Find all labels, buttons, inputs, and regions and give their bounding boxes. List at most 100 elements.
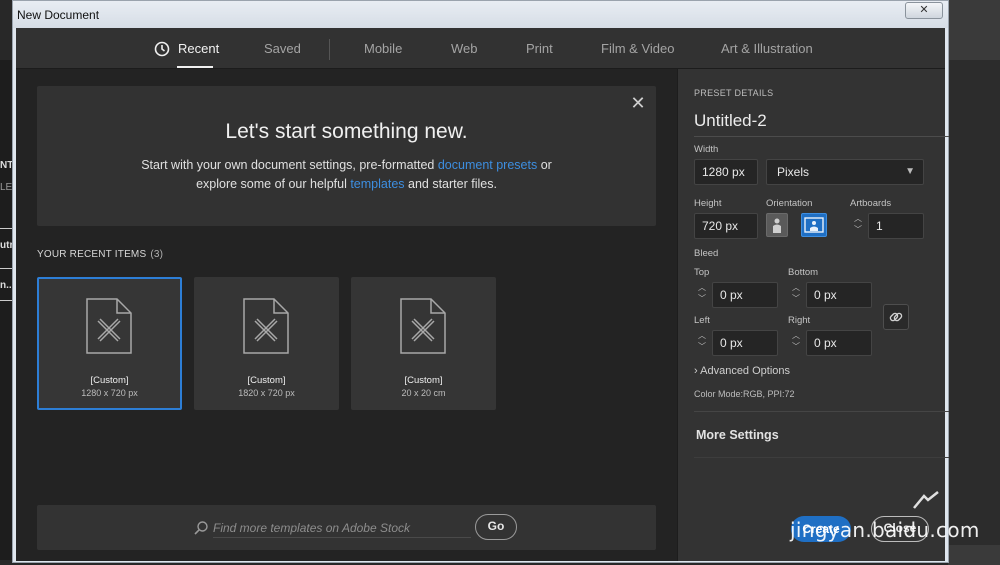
close-icon: ✕ [919,4,929,16]
artboards-input[interactable]: 1 [868,213,924,239]
background-right-panel [948,0,1000,565]
chevron-down-icon: ﹀ [854,225,862,234]
window-titlebar[interactable]: New Document ✕ [13,1,948,28]
orientation-landscape-button[interactable] [801,213,827,237]
document-name-field[interactable]: Untitled-2 [694,111,949,137]
background-right-dark [948,60,1000,545]
chevron-down-icon: ▼ [905,166,915,177]
recent-item-size: 1280 x 720 px [81,388,138,398]
orientation-label: Orientation [766,198,813,209]
background-text-fragment: n.. [0,280,12,291]
preset-details-heading: PRESET DETAILS [694,88,774,98]
close-icon[interactable]: ✕ [629,94,647,112]
orientation-portrait-button[interactable] [766,213,788,237]
more-settings-link[interactable]: More Settings [696,428,779,442]
divider [694,457,949,458]
document-edit-icon [400,298,446,354]
recent-item-name: [Custom] [404,375,443,386]
search-icon [194,521,208,535]
window-title: New Document [17,8,100,22]
new-document-window: New Document ✕ Recent Saved Mobile Web P… [12,0,949,563]
chevron-down-icon: ﹀ [698,342,706,351]
recent-item-size: 1820 x 720 px [238,388,295,398]
tab-print[interactable]: Print [526,41,553,56]
recent-items-title: YOUR RECENT ITEMS [37,249,147,260]
bleed-right-stepper[interactable]: ︿ ﹀ [788,330,804,356]
bleed-bottom-label: Bottom [788,267,819,278]
portrait-icon [773,218,781,233]
welcome-text: Start with your own document settings, p… [141,158,438,172]
tab-web[interactable]: Web [451,41,478,56]
document-presets-link[interactable]: document presets [438,158,537,172]
chevron-up-icon: ︿ [698,331,706,340]
bleed-left-stepper[interactable]: ︿ ﹀ [694,330,710,356]
divider [0,268,12,269]
templates-link[interactable]: templates [350,177,404,191]
advanced-options-toggle[interactable]: › Advanced Options [694,365,790,377]
window-close-button[interactable]: ✕ [905,2,943,19]
recent-items-heading: YOUR RECENT ITEMS (3) [37,249,163,260]
tab-bar: Recent Saved Mobile Web Print Film & Vid… [16,28,945,69]
bleed-top-input[interactable]: 0 px [712,282,778,308]
artboards-label: Artboards [850,198,892,209]
bleed-left-input[interactable]: 0 px [712,330,778,356]
recent-item-size: 20 x 20 cm [401,388,446,398]
dialog-body: Recent Saved Mobile Web Print Film & Vid… [16,28,949,561]
height-label: Height [694,198,722,209]
bleed-right-label: Right [788,315,811,326]
landscape-icon [804,217,824,233]
stock-search-input[interactable] [213,518,471,538]
divider [0,300,12,301]
bleed-bottom-stepper[interactable]: ︿ ﹀ [788,282,804,308]
recent-item-card[interactable]: [Custom] 1820 x 720 px [194,277,339,410]
tab-recent[interactable]: Recent [178,41,219,56]
divider [0,228,12,229]
link-bleed-button[interactable] [883,304,909,330]
chevron-right-icon: › [694,365,698,377]
chevron-down-icon: ﹀ [792,342,800,351]
bleed-label: Bleed [694,248,719,259]
tab-saved[interactable]: Saved [264,41,301,56]
welcome-banner: ✕ Let's start something new. Start with … [37,86,656,226]
go-button[interactable]: Go [475,514,517,540]
preset-details-panel: PRESET DETAILS Untitled-2 Width 1280 px … [677,69,949,561]
width-input[interactable]: 1280 px [694,159,758,185]
units-value: Pixels [777,165,810,179]
bleed-top-stepper[interactable]: ︿ ﹀ [694,282,710,308]
watermark-logo [913,491,939,509]
recent-items-count: (3) [150,249,164,260]
bleed-right-input[interactable]: 0 px [806,330,872,356]
bleed-top-label: Top [694,267,710,278]
stock-search-bar: Go [37,505,656,550]
color-mode-info: Color Mode:RGB, PPI:72 [694,389,795,399]
chevron-up-icon: ︿ [698,283,706,292]
bleed-bottom-input[interactable]: 0 px [806,282,872,308]
tab-film-video[interactable]: Film & Video [601,41,674,56]
watermark-text: jingyan.baidu.com [790,518,980,542]
width-label: Width [694,144,719,155]
units-select[interactable]: Pixels ▼ [766,159,924,185]
height-input[interactable]: 720 px [694,213,758,239]
background-text-fragment: LE [0,182,13,193]
document-edit-icon [243,298,289,354]
artboards-stepper[interactable]: ︿ ﹀ [850,213,866,239]
active-tab-indicator [177,66,213,68]
chevron-up-icon: ︿ [854,214,862,223]
welcome-title: Let's start something new. [225,120,468,143]
welcome-text: and starter files. [404,177,497,191]
tab-mobile[interactable]: Mobile [364,41,402,56]
welcome-text: or [537,158,552,172]
recent-item-card[interactable]: [Custom] 1280 x 720 px [37,277,182,410]
document-edit-icon [86,298,132,354]
tab-art-illustration[interactable]: Art & Illustration [721,41,813,56]
chevron-down-icon: ﹀ [792,294,800,303]
link-icon [889,312,903,322]
divider [329,39,330,60]
welcome-text: explore some of our helpful [196,177,351,191]
chevron-up-icon: ︿ [792,283,800,292]
advanced-options-label: Advanced Options [700,365,791,377]
bleed-left-label: Left [694,315,710,326]
recent-item-card[interactable]: [Custom] 20 x 20 cm [351,277,496,410]
clock-icon [154,41,170,57]
recent-item-name: [Custom] [90,375,129,386]
